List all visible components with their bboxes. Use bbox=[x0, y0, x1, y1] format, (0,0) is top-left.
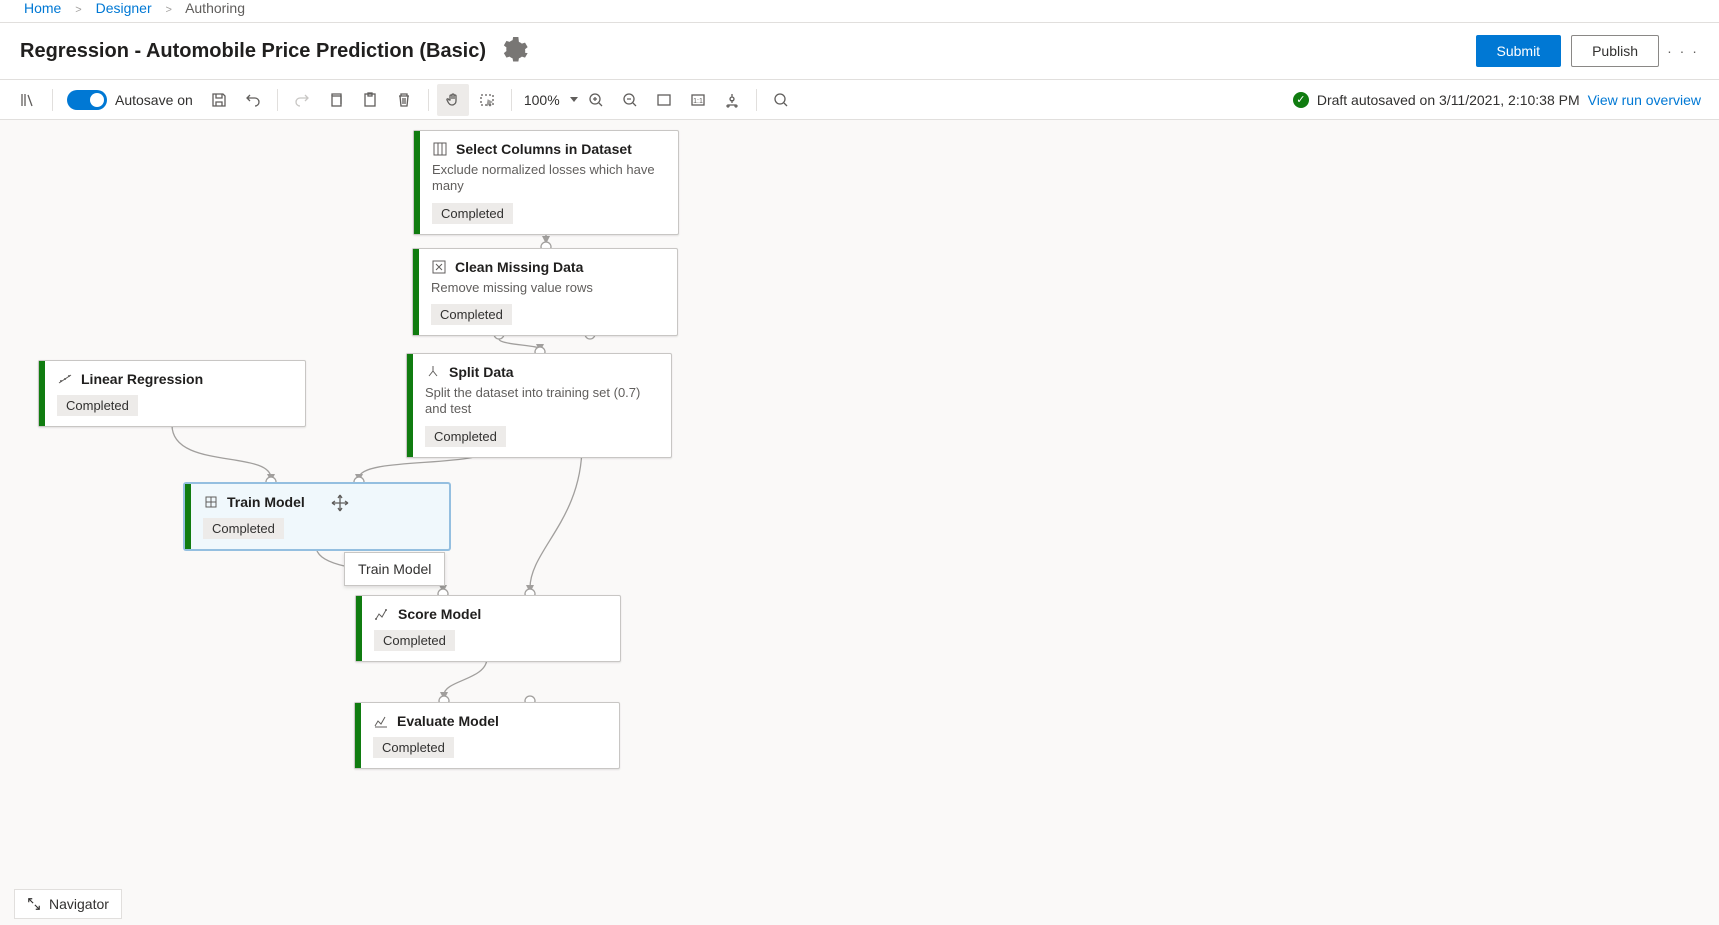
navigator-button[interactable]: Navigator bbox=[14, 889, 122, 919]
zoom-in-icon bbox=[588, 92, 604, 108]
node-status: Completed bbox=[57, 395, 138, 416]
chevron-right-icon: > bbox=[166, 4, 172, 16]
clean-icon bbox=[431, 259, 447, 275]
redo-button[interactable] bbox=[286, 84, 318, 116]
tooltip-text: Train Model bbox=[358, 561, 431, 577]
trash-icon bbox=[396, 92, 412, 108]
actual-size-icon: 1:1 bbox=[690, 92, 706, 108]
settings-button[interactable] bbox=[500, 37, 528, 65]
node-title-label: Linear Regression bbox=[81, 371, 203, 387]
node-status: Completed bbox=[431, 304, 512, 325]
search-button[interactable] bbox=[765, 84, 797, 116]
selection-icon bbox=[479, 92, 495, 108]
breadcrumb-designer[interactable]: Designer bbox=[96, 0, 152, 16]
search-icon bbox=[773, 92, 789, 108]
move-cursor-icon bbox=[331, 494, 349, 512]
regression-icon bbox=[57, 371, 73, 387]
undo-button[interactable] bbox=[237, 84, 269, 116]
submit-button[interactable]: Submit bbox=[1476, 35, 1562, 67]
pan-button[interactable] bbox=[437, 84, 469, 116]
auto-layout-button[interactable] bbox=[716, 84, 748, 116]
publish-button[interactable]: Publish bbox=[1571, 35, 1659, 67]
gear-icon bbox=[500, 37, 528, 65]
copy-icon bbox=[328, 92, 344, 108]
check-circle-icon: ✓ bbox=[1293, 92, 1309, 108]
node-description: Split the dataset into training set (0.7… bbox=[425, 385, 659, 418]
redo-icon bbox=[294, 92, 310, 108]
node-status: Completed bbox=[432, 203, 513, 224]
undo-icon bbox=[245, 92, 261, 108]
page-title: Regression - Automobile Price Prediction… bbox=[20, 40, 486, 63]
chevron-down-icon[interactable] bbox=[570, 97, 578, 102]
save-icon bbox=[211, 92, 227, 108]
node-linear-regression[interactable]: Linear Regression Completed bbox=[38, 360, 306, 427]
node-train-model[interactable]: Train Model Completed bbox=[184, 483, 450, 550]
navigator-label: Navigator bbox=[49, 896, 109, 912]
evaluate-icon bbox=[373, 713, 389, 729]
view-run-overview-link[interactable]: View run overview bbox=[1588, 92, 1701, 108]
zoom-out-icon bbox=[622, 92, 638, 108]
node-clean-missing-data[interactable]: Clean Missing Data Remove missing value … bbox=[412, 248, 678, 336]
paste-icon bbox=[362, 92, 378, 108]
node-status: Completed bbox=[203, 518, 284, 539]
expand-icon bbox=[27, 897, 41, 911]
node-title-label: Score Model bbox=[398, 606, 481, 622]
save-button[interactable] bbox=[203, 84, 235, 116]
toolbar: Autosave on 100% 1:1 ✓ bbox=[0, 80, 1719, 120]
autosave-toggle[interactable] bbox=[67, 90, 107, 110]
node-title-label: Train Model bbox=[227, 494, 305, 510]
title-bar: Regression - Automobile Price Prediction… bbox=[0, 23, 1719, 80]
fit-icon bbox=[656, 92, 672, 108]
tooltip: Train Model bbox=[344, 552, 445, 586]
select-button[interactable] bbox=[471, 84, 503, 116]
split-icon bbox=[425, 364, 441, 380]
node-split-data[interactable]: Split Data Split the dataset into traini… bbox=[406, 353, 672, 458]
node-evaluate-model[interactable]: Evaluate Model Completed bbox=[354, 702, 620, 769]
train-icon bbox=[203, 494, 219, 510]
copy-button[interactable] bbox=[320, 84, 352, 116]
node-title-label: Evaluate Model bbox=[397, 713, 499, 729]
node-description: Remove missing value rows bbox=[431, 280, 665, 296]
hand-icon bbox=[445, 92, 461, 108]
score-icon bbox=[374, 606, 390, 622]
breadcrumb-home[interactable]: Home bbox=[24, 0, 61, 16]
node-title-label: Select Columns in Dataset bbox=[456, 141, 632, 157]
layout-icon bbox=[724, 92, 740, 108]
node-title-label: Clean Missing Data bbox=[455, 259, 583, 275]
breadcrumb: Home > Designer > Authoring bbox=[0, 0, 1719, 23]
actual-size-button[interactable]: 1:1 bbox=[682, 84, 714, 116]
fit-screen-button[interactable] bbox=[648, 84, 680, 116]
zoom-out-button[interactable] bbox=[614, 84, 646, 116]
pipeline-canvas[interactable]: Select Columns in Dataset Exclude normal… bbox=[0, 120, 1719, 925]
chevron-right-icon: > bbox=[75, 4, 81, 16]
node-status: Completed bbox=[374, 630, 455, 651]
library-icon bbox=[20, 92, 36, 108]
autosave-label: Autosave on bbox=[115, 92, 193, 108]
breadcrumb-current: Authoring bbox=[185, 0, 245, 16]
more-button[interactable]: · · · bbox=[1667, 35, 1699, 67]
zoom-in-button[interactable] bbox=[580, 84, 612, 116]
columns-icon bbox=[432, 141, 448, 157]
node-status: Completed bbox=[373, 737, 454, 758]
svg-text:1:1: 1:1 bbox=[693, 98, 703, 105]
node-title-label: Split Data bbox=[449, 364, 514, 380]
asset-library-button[interactable] bbox=[12, 84, 44, 116]
ellipsis-icon: · · · bbox=[1667, 43, 1699, 59]
node-select-columns[interactable]: Select Columns in Dataset Exclude normal… bbox=[413, 130, 679, 235]
zoom-level[interactable]: 100% bbox=[520, 92, 564, 108]
paste-button[interactable] bbox=[354, 84, 386, 116]
node-score-model[interactable]: Score Model Completed bbox=[355, 595, 621, 662]
autosave-status: Draft autosaved on 3/11/2021, 2:10:38 PM bbox=[1317, 92, 1580, 108]
node-description: Exclude normalized losses which have man… bbox=[432, 162, 666, 195]
node-status: Completed bbox=[425, 426, 506, 447]
delete-button[interactable] bbox=[388, 84, 420, 116]
